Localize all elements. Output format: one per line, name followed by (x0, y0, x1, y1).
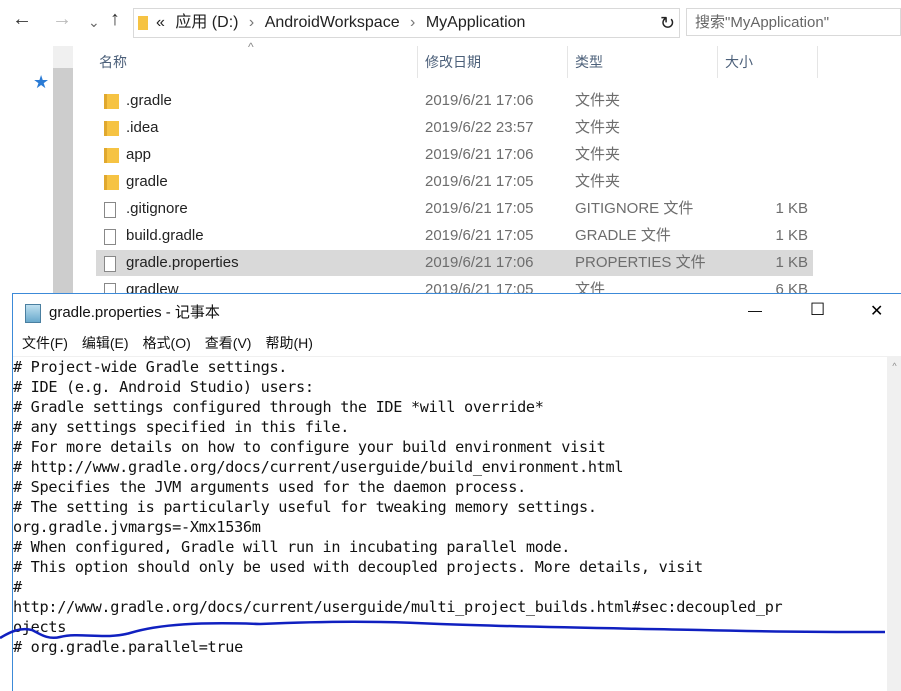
hand-drawn-annotation-line (0, 620, 886, 640)
